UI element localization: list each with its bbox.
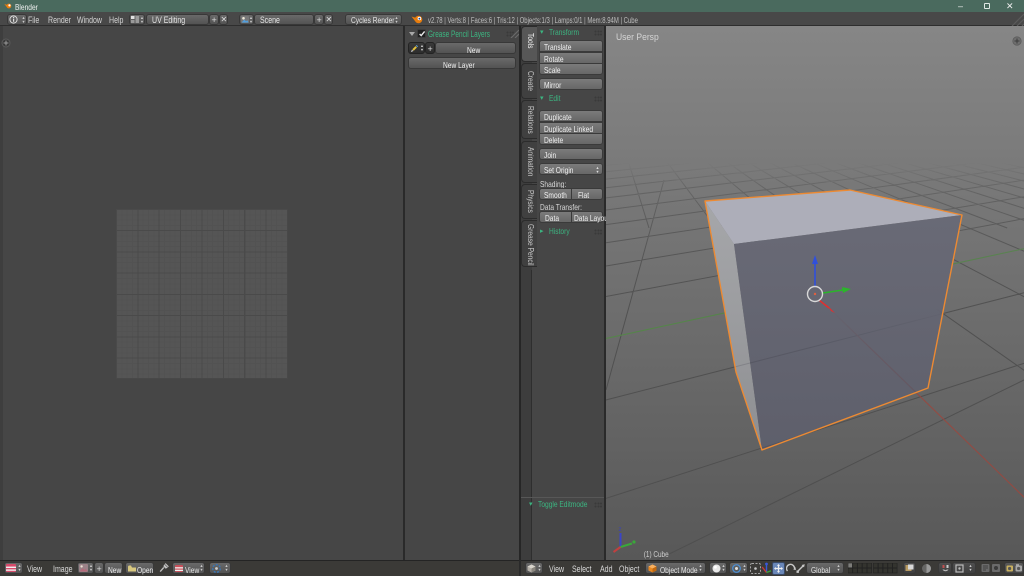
svg-text:(1) Cube: (1) Cube	[644, 549, 669, 559]
svg-text:z: z	[619, 527, 622, 533]
svg-text:User Persp: User Persp	[616, 32, 659, 42]
